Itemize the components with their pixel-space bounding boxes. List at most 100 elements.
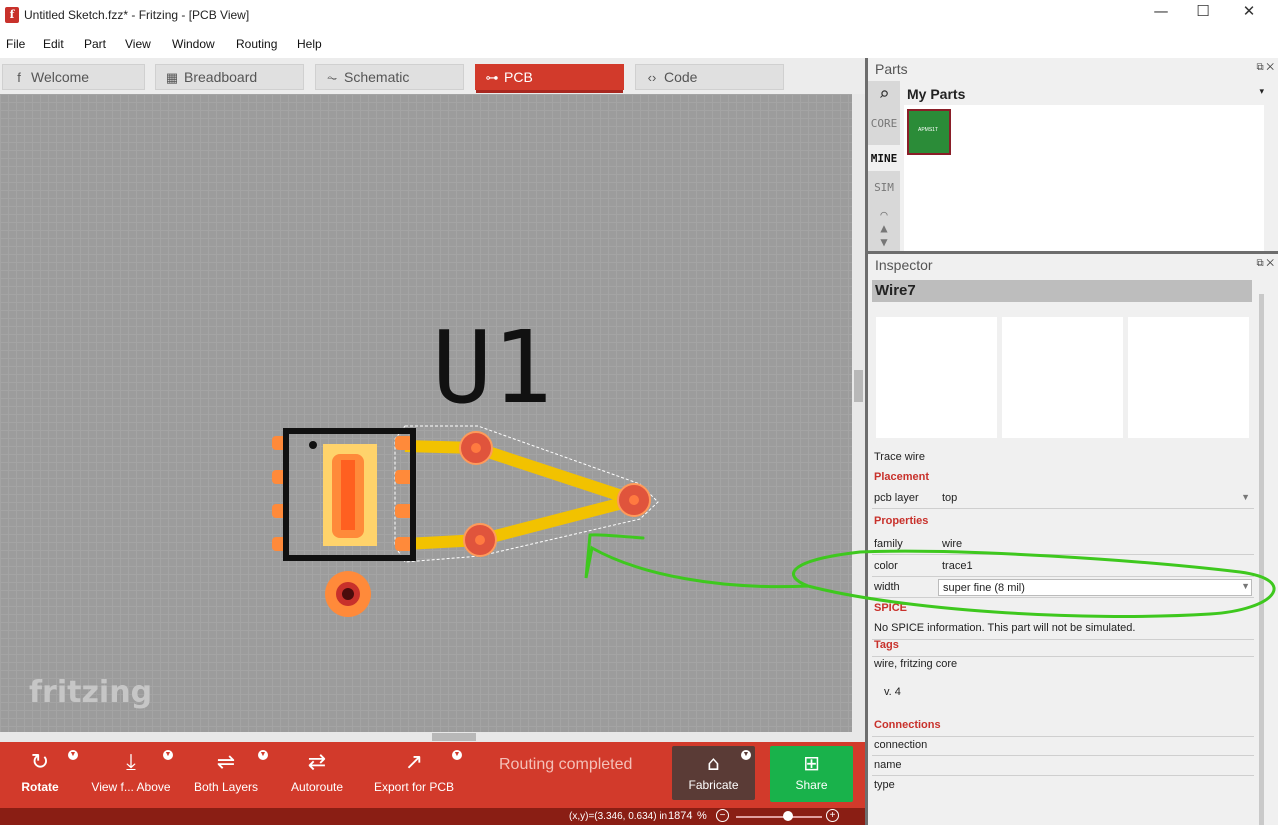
part-label-u1[interactable]: U1 <box>432 309 552 426</box>
fabricate-dropdown-icon[interactable]: ▼ <box>741 750 751 760</box>
inspector-panel: Inspector ⧉ ✕ Wire7 Trace wire Placement… <box>868 254 1278 825</box>
share-label: Share <box>795 778 828 792</box>
maximize-button[interactable]: ☐ <box>1180 2 1226 28</box>
width-select[interactable]: super fine (8 mil) <box>938 579 1252 596</box>
inspector-panel-title: Inspector <box>875 257 933 273</box>
breadboard-view-image <box>876 317 997 438</box>
autoroute-button[interactable]: ⇄ Autoroute <box>286 746 348 804</box>
part-description: Trace wire <box>874 451 925 463</box>
menu-bar: File Edit Part View Window Routing Help <box>0 30 1278 58</box>
pcb-view-image <box>1128 317 1249 438</box>
breadboard-icon: ▦ <box>165 70 179 85</box>
tab-breadboard[interactable]: ▦ Breadboard <box>155 64 304 90</box>
export-dropdown-icon[interactable]: ▼ <box>452 750 462 760</box>
view-from-dropdown-icon[interactable]: ▼ <box>163 750 173 760</box>
cursor-coordinates: (x,y)=(3.346, 0.634) in <box>569 811 668 822</box>
inspector-scrollbar[interactable] <box>1259 294 1264 825</box>
menu-routing[interactable]: Routing <box>236 37 277 51</box>
close-button[interactable]: ✕ <box>1226 2 1272 28</box>
trace-wire-2[interactable] <box>474 442 636 506</box>
layers-icon: ⇌ <box>216 750 236 775</box>
routing-status-message: Routing completed <box>499 756 633 773</box>
rotate-dropdown-icon[interactable]: ▼ <box>68 750 78 760</box>
export-for-pcb-button[interactable]: ↗ Export for PCB ▼ <box>372 746 462 804</box>
version-label: v. 4 <box>884 686 901 698</box>
menu-edit[interactable]: Edit <box>43 37 64 51</box>
trace-wire-3[interactable] <box>478 494 636 546</box>
menu-part[interactable]: Part <box>84 37 106 51</box>
part-thumbnail[interactable]: APMS1T <box>907 109 951 155</box>
minimize-button[interactable]: — <box>1138 2 1184 28</box>
bin-scroll-icon[interactable]: ⌒ ▲ ▼ <box>868 207 900 249</box>
rotate-button[interactable]: ↻ Rotate ▼ <box>14 746 78 804</box>
fabricate-button[interactable]: ⌂ Fabricate ▼ <box>672 746 755 800</box>
chevron-down-icon[interactable]: ▼ <box>1241 581 1250 591</box>
view-from-label: View f... Above <box>91 780 171 794</box>
panel-float-close-icons[interactable]: ⧉ ✕ <box>1256 258 1274 269</box>
zoom-out-icon[interactable]: − <box>716 809 729 822</box>
tab-schematic[interactable]: ⏦ Schematic <box>315 64 464 90</box>
inspector-item-title[interactable]: Wire7 <box>872 280 1252 302</box>
connections-row-connection: connection <box>872 736 1254 756</box>
fritzing-f-icon: f <box>17 70 21 85</box>
via-3-hole <box>475 535 485 545</box>
autoroute-label: Autoroute <box>290 780 344 794</box>
zoom-in-icon[interactable]: + <box>826 809 839 822</box>
tags-section-label: Tags <box>874 639 899 651</box>
properties-section-label: Properties <box>874 515 929 527</box>
family-value: wire <box>942 538 963 550</box>
tab-welcome[interactable]: f Welcome <box>2 64 145 90</box>
pcb-canvas[interactable]: U1 fritzing <box>0 94 852 732</box>
window-title: Untitled Sketch.fzz* - Fritzing - [PCB V… <box>24 8 250 22</box>
bin-title: My Parts <box>907 86 966 102</box>
via-2-hole <box>629 495 639 505</box>
autoroute-icon: ⇄ <box>307 750 327 775</box>
chevron-down-icon[interactable]: ▼ <box>1241 492 1250 502</box>
canvas-vertical-scrollbar[interactable] <box>852 94 865 732</box>
bin-menu-icon[interactable]: ▾ <box>1259 86 1264 97</box>
family-key: family <box>874 538 903 550</box>
share-button[interactable]: ⊞ Share <box>770 746 853 802</box>
menu-window[interactable]: Window <box>172 37 215 51</box>
tab-pcb[interactable]: ⊶ PCB <box>475 64 624 93</box>
color-value: trace1 <box>942 560 973 572</box>
pcb-layer-select[interactable]: top <box>938 490 1252 507</box>
pcb-layer-key: pcb layer <box>874 492 919 504</box>
panel-float-close-icons[interactable]: ⧉ ✕ <box>1256 62 1274 73</box>
title-bar: f Untitled Sketch.fzz* - Fritzing - [PCB… <box>0 0 1278 30</box>
vertical-scroll-thumb[interactable] <box>854 370 863 402</box>
bottom-toolbar: ↻ Rotate ▼ ⤓ View f... Above ▼ ⇌ Both La… <box>0 742 865 808</box>
bin-tab-core[interactable]: CORE <box>868 117 900 130</box>
via-1-hole <box>471 443 481 453</box>
horizontal-scroll-thumb[interactable] <box>432 733 476 741</box>
search-icon[interactable]: ⌕ <box>868 81 900 111</box>
divider <box>872 639 1254 640</box>
zoom-slider[interactable] <box>736 816 822 818</box>
both-layers-button[interactable]: ⇌ Both Layers ▼ <box>190 746 268 804</box>
trace-wires[interactable] <box>404 440 636 550</box>
menu-file[interactable]: File <box>6 37 25 51</box>
rotate-label: Rotate <box>21 780 59 794</box>
rotate-icon: ↻ <box>30 750 50 775</box>
pcb-drawing[interactable]: U1 fritzing <box>0 94 852 732</box>
bin-tab-sim[interactable]: SIM <box>868 181 900 194</box>
status-bar: (x,y)=(3.346, 0.634) in 1874 % − + <box>0 808 865 825</box>
canvas-horizontal-scrollbar[interactable] <box>0 732 865 742</box>
bin-parts-grid: APMS1T <box>904 105 1264 251</box>
ic-center-pad-core <box>341 460 355 530</box>
bin-tab-mine[interactable]: MINE <box>868 145 900 171</box>
schematic-view-image <box>1002 317 1123 438</box>
zoom-value[interactable]: 1874 <box>668 810 692 822</box>
spice-info-text: No SPICE information. This part will not… <box>874 622 1136 634</box>
parts-bin-tabs: ⌕ CORE MINE SIM ⌒ ▲ ▼ <box>868 81 900 251</box>
tags-value: wire, fritzing core <box>874 658 958 670</box>
layers-dropdown-icon[interactable]: ▼ <box>258 750 268 760</box>
width-row: width super fine (8 mil) ▼ <box>872 577 1254 598</box>
view-tab-bar: f Welcome ▦ Breadboard ⏦ Schematic ⊶ PCB ‹› C… <box>0 58 865 94</box>
tab-code[interactable]: ‹› Code <box>635 64 784 90</box>
parts-panel-title: Parts <box>875 61 908 77</box>
zoom-slider-thumb[interactable] <box>783 811 793 821</box>
view-from-button[interactable]: ⤓ View f... Above ▼ <box>86 746 176 804</box>
menu-view[interactable]: View <box>125 37 151 51</box>
menu-help[interactable]: Help <box>297 37 322 51</box>
